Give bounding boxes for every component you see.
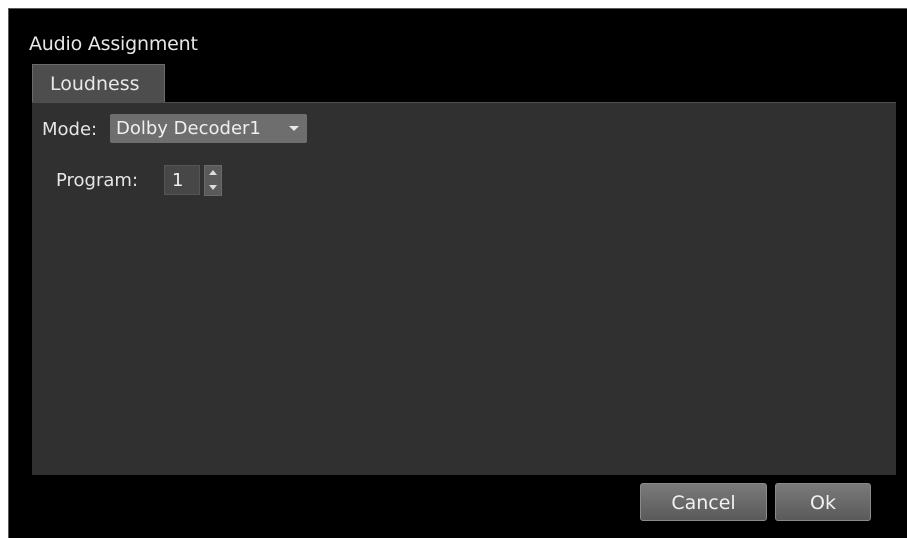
mode-label: Mode: xyxy=(42,119,98,140)
arrow-up-icon xyxy=(209,170,217,175)
mode-selected-value: Dolby Decoder1 xyxy=(116,118,261,139)
program-stepper[interactable] xyxy=(204,165,222,196)
loudness-panel: Mode: Dolby Decoder1 Program: 1 xyxy=(32,102,896,475)
audio-assignment-dialog: Audio Assignment Loudness Mode: Dolby De… xyxy=(8,8,907,538)
dialog-title: Audio Assignment xyxy=(29,33,198,55)
arrow-down-icon xyxy=(209,185,217,190)
tab-loudness[interactable]: Loudness xyxy=(32,64,165,102)
ok-button[interactable]: Ok xyxy=(775,483,871,521)
program-input[interactable]: 1 xyxy=(164,165,200,195)
decrement-button[interactable] xyxy=(205,181,221,195)
increment-button[interactable] xyxy=(205,166,221,180)
mode-dropdown[interactable]: Dolby Decoder1 xyxy=(110,114,307,143)
program-label: Program: xyxy=(56,170,139,191)
chevron-down-icon xyxy=(289,126,299,131)
cancel-button[interactable]: Cancel xyxy=(640,483,767,521)
